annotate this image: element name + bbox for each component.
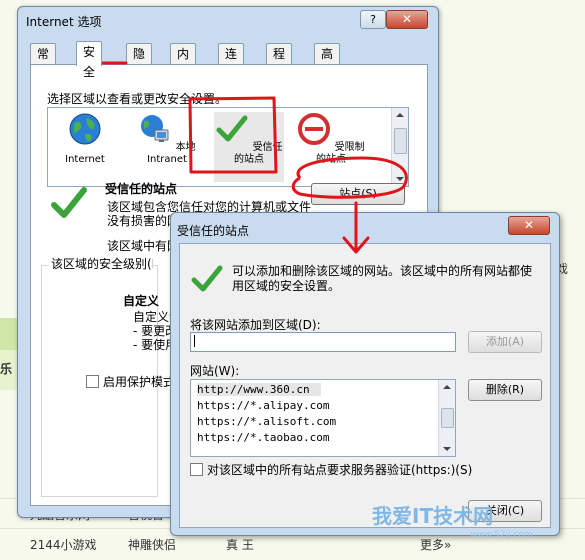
bg-link-shendiao[interactable]: 神雕侠侣 (128, 536, 176, 553)
tab-general[interactable]: 常规 (30, 43, 57, 81)
bg-link-2144[interactable]: 2144小游戏 (30, 536, 97, 553)
check-icon (216, 115, 248, 142)
bg-link-more[interactable]: 更多» (420, 536, 451, 553)
https-verify-label: 对该区域中的所有站点要求服务器验证(https:)(S) (207, 463, 473, 477)
sites-list[interactable]: http://www.360.cn https://*.alipay.com h… (190, 379, 456, 457)
scroll-down-icon[interactable] (396, 177, 404, 181)
help-button[interactable]: ? (360, 10, 386, 29)
zone-scrollbar[interactable] (391, 108, 408, 186)
security-level-title: 该区域的安全级别(L) (49, 255, 153, 272)
trusted-check-icon (51, 187, 87, 218)
https-verify-checkbox[interactable]: 对该区域中的所有站点要求服务器验证(https:)(S) (190, 461, 472, 478)
bg-sidebar-label: 乐 (0, 362, 13, 376)
dialog-title: Internet 选项 (26, 15, 102, 29)
scroll-up-icon[interactable] (443, 385, 451, 389)
trusted-sites-dialog: 受信任的站点 ✕ 可以添加和删除该区域的网站。该区域中的所有网站都使用区域的安全… (170, 212, 560, 536)
sites-button[interactable]: 站点(S) (311, 183, 405, 205)
custom-level-title: 自定义 (123, 294, 160, 308)
zone-internet[interactable]: Internet (50, 112, 120, 166)
text-caret (194, 335, 195, 347)
zone-list[interactable]: Internet 本地 Intranet 受信任的站点 受限制的站点 (47, 107, 409, 187)
zone-intranet[interactable]: 本地 Intranet (132, 112, 202, 166)
info-check-icon (191, 265, 223, 292)
trusted-sites-body: 可以添加和删除该区域的网站。该区域中的所有网站都使用区域的安全设置。 将该网站添… (179, 243, 551, 528)
zone-trusted[interactable]: 受信任的站点 (214, 112, 284, 182)
intranet-icon (141, 115, 169, 142)
zone-restricted[interactable]: 受限制的站点 (296, 112, 366, 166)
remove-button[interactable]: 删除(R) (468, 379, 542, 401)
tab-content[interactable]: 内容 (170, 43, 197, 81)
add-site-input[interactable] (190, 332, 456, 352)
zone-label-internet: Internet (65, 154, 105, 165)
sites-scrollbar[interactable] (438, 380, 455, 456)
bg-link-other[interactable]: 真 王 (226, 536, 254, 553)
scroll-thumb[interactable] (441, 408, 454, 428)
tab-privacy[interactable]: 隐私 (126, 43, 153, 81)
tab-programs[interactable]: 程序 (266, 43, 293, 81)
scroll-down-icon[interactable] (443, 447, 451, 451)
globe-icon (69, 113, 101, 145)
trusted-sites-info: 可以添加和删除该区域的网站。该区域中的所有网站都使用区域的安全设置。 (232, 264, 533, 293)
checkbox-box[interactable] (86, 375, 99, 388)
trusted-sites-title: 受信任的站点 (177, 224, 250, 238)
add-button[interactable]: 添加(A) (468, 331, 542, 353)
tab-security[interactable]: 安全 (76, 41, 103, 79)
trusted-sites-close-icon[interactable]: ✕ (508, 216, 550, 235)
list-item[interactable]: https://*.alipay.com (197, 399, 329, 412)
close-button[interactable]: ✕ (386, 10, 428, 29)
titlebar[interactable]: Internet 选项 ? ✕ (18, 7, 438, 35)
tab-advanced[interactable]: 高级 (314, 43, 341, 81)
checkbox-box[interactable] (190, 463, 203, 476)
zone-prompt: 选择区域以查看或更改安全设置。 (47, 92, 228, 106)
restricted-icon (298, 113, 331, 145)
add-site-label: 将该网站添加到区域(D): (190, 318, 321, 332)
list-item[interactable]: https://*.alisoft.com (197, 415, 336, 428)
list-item[interactable]: http://www.360.cn (197, 383, 321, 396)
watermark-logo: 我爱IT技术网 (372, 504, 494, 528)
scroll-thumb[interactable] (394, 128, 407, 154)
zone-title: 受信任的站点 (105, 182, 178, 196)
sites-list-label: 网站(W): (190, 364, 240, 378)
tab-connections[interactable]: 连接 (218, 43, 245, 81)
watermark-url: www.52ij.com (470, 530, 533, 540)
protected-mode-checkbox[interactable]: 启用保护模式 (86, 373, 175, 390)
list-item[interactable]: https://*.taobao.com (197, 431, 329, 444)
protected-mode-label: 启用保护模式 (103, 375, 176, 389)
scroll-up-icon[interactable] (396, 113, 404, 117)
